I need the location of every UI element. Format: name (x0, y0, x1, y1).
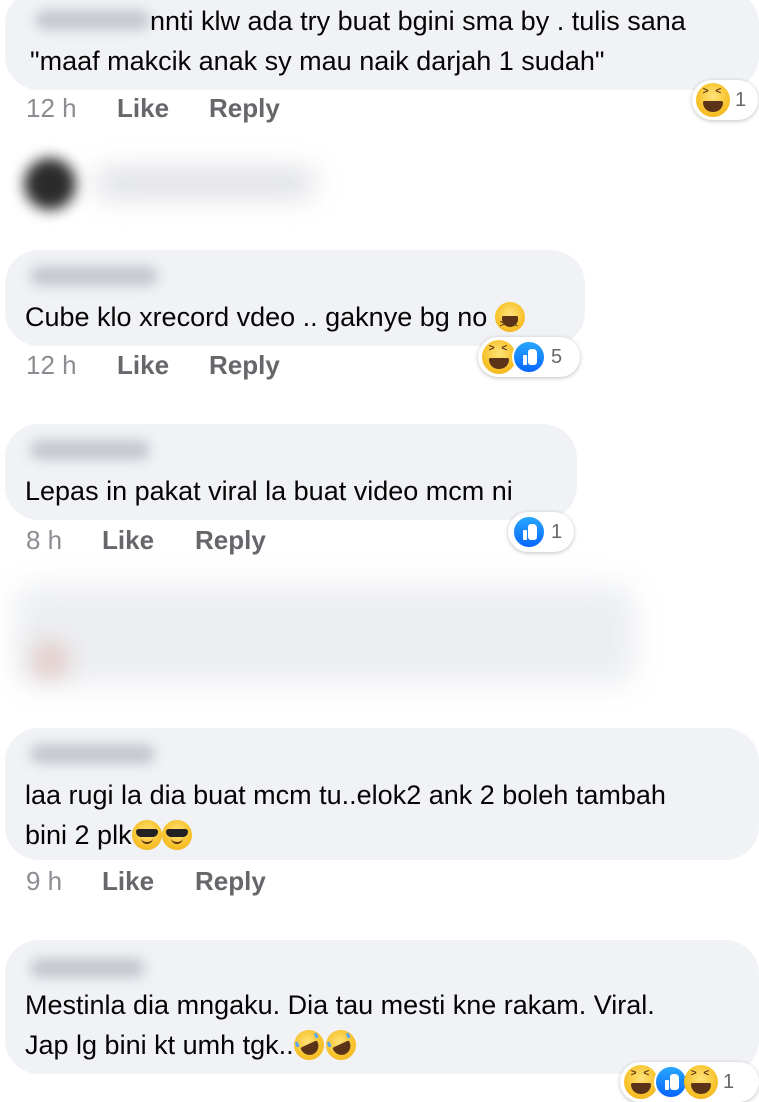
haha-icon (684, 1065, 718, 1099)
reaction-count: 1 (735, 88, 747, 111)
avatar (24, 158, 76, 210)
comment-timestamp: 12 h (26, 350, 77, 380)
comment-text-line: Cube klo xrecord vdeo .. gaknye bg no (25, 302, 488, 332)
comment-text: Lepas in pakat viral la buat video mcm n… (25, 476, 513, 506)
haha-icon (624, 1065, 658, 1099)
squinting-laugh-icon (494, 302, 525, 345)
haha-icon (696, 83, 730, 117)
commenter-name-blurred[interactable] (35, 10, 150, 30)
rofl-icon (320, 1025, 361, 1065)
reaction-summary[interactable]: 5 (478, 337, 580, 377)
comment-timestamp: 12 h (26, 93, 77, 123)
like-button[interactable]: Like (117, 93, 169, 123)
like-button[interactable]: Like (102, 866, 154, 896)
commenter-name-blurred[interactable] (30, 266, 158, 286)
blurred-comment (15, 585, 635, 685)
reaction-count: 5 (551, 345, 563, 368)
comment-text: Cube klo xrecord vdeo .. gaknye bg no (25, 297, 525, 345)
comment-text-line: bini 2 plk (25, 820, 132, 850)
reaction-count: 1 (723, 1070, 735, 1093)
comment-text: bini 2 plk (25, 815, 192, 855)
reaction-summary[interactable]: 1 (620, 1062, 759, 1102)
rofl-icon (288, 1025, 329, 1065)
sunglasses-icon (161, 820, 192, 850)
like-icon (512, 515, 546, 549)
reply-button[interactable]: Reply (195, 866, 266, 896)
comment-actions: 9 h Like Reply (26, 866, 326, 896)
reply-button[interactable]: Reply (195, 525, 266, 555)
comment-text: laa rugi la dia buat mcm tu..elok2 ank 2… (25, 780, 666, 810)
like-button[interactable]: Like (102, 525, 154, 555)
blurred-content (30, 640, 70, 680)
comment-text: nnti klw ada try buat bgini sma by . tul… (150, 6, 686, 36)
comment-text: Mestinla dia mngaku. Dia tau mesti kne r… (25, 990, 655, 1020)
reaction-summary[interactable]: 1 (692, 80, 758, 120)
comment-timestamp: 8 h (26, 525, 63, 555)
comment-text: Jap lg bini kt umh tgk.. (25, 1025, 361, 1065)
commenter-name-blurred[interactable] (30, 958, 145, 978)
like-button[interactable]: Like (117, 350, 169, 380)
comment-timestamp: 9 h (26, 866, 63, 896)
comment-text-line: Jap lg bini kt umh tgk.. (25, 1030, 294, 1060)
like-icon (512, 340, 546, 374)
comment-actions: 8 h Like Reply (26, 525, 326, 555)
commenter-name-blurred[interactable] (30, 744, 155, 764)
reaction-summary[interactable]: 1 (508, 512, 574, 552)
comment-text: "maaf makcik anak sy mau naik darjah 1 s… (30, 46, 605, 76)
haha-icon (482, 340, 516, 374)
comment-actions: 12 h Like Reply (26, 350, 326, 380)
reaction-count: 1 (551, 520, 563, 543)
blurred-content (95, 170, 315, 196)
reply-button[interactable]: Reply (209, 350, 280, 380)
commenter-name-blurred[interactable] (30, 440, 150, 460)
comment-actions: 12 h Like Reply (26, 93, 326, 123)
reply-button[interactable]: Reply (209, 93, 280, 123)
like-icon (654, 1065, 688, 1099)
sunglasses-icon (131, 820, 162, 850)
